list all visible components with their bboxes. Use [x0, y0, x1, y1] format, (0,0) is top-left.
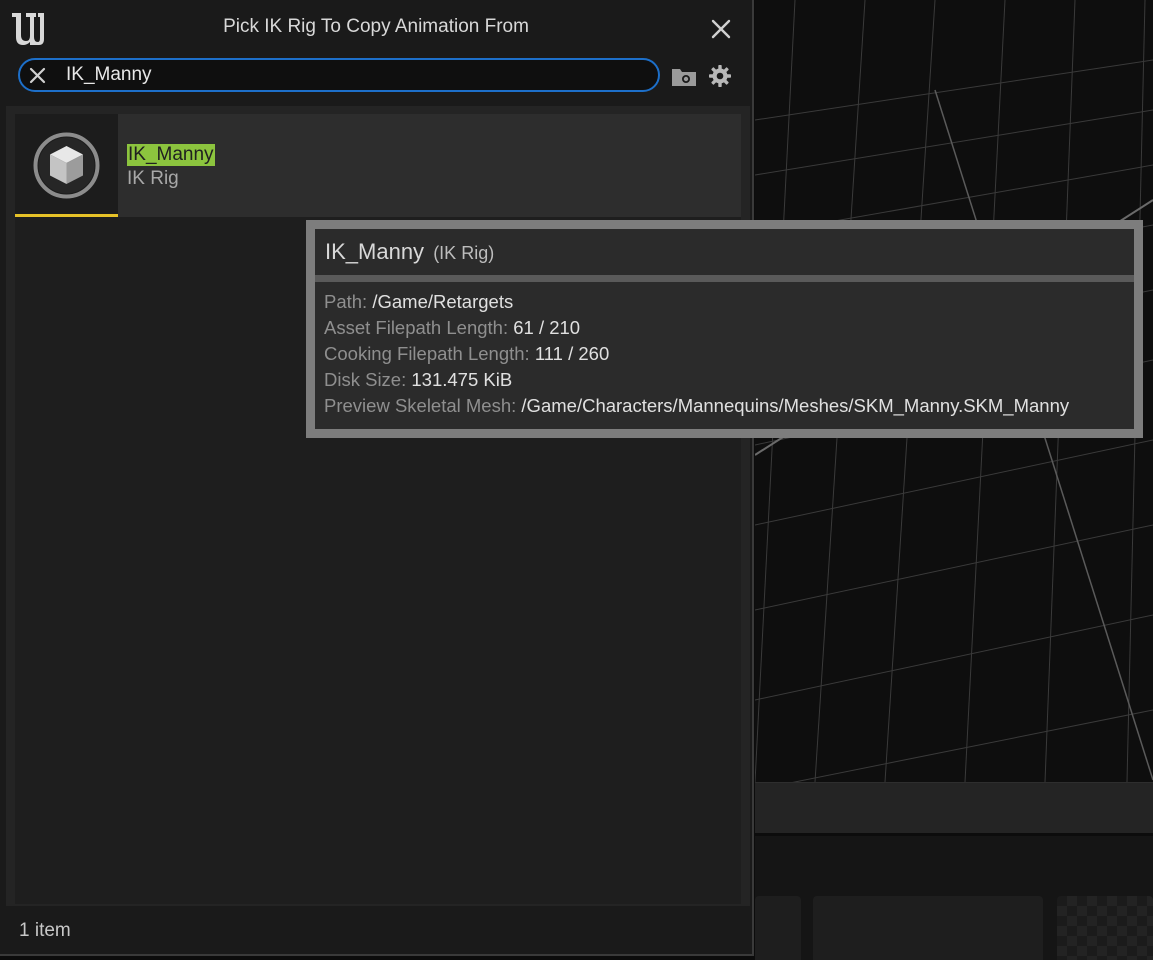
tooltip-row-asset-filepath-length: Asset Filepath Length: 61 / 210 — [324, 315, 1125, 341]
editor-thumbnail[interactable] — [755, 896, 801, 960]
asset-type: IK Rig — [127, 168, 179, 189]
asset-picker-dialog: Pick IK Rig To Copy Animation From IK_Ma… — [0, 0, 754, 956]
asset-name: IK_Manny — [127, 144, 215, 166]
tooltip-row-cooking-filepath-length: Cooking Filepath Length: 111 / 260 — [324, 341, 1125, 367]
tooltip-value: /Game/Characters/Mannequins/Meshes/SKM_M… — [521, 395, 1070, 416]
tooltip-title: IK_Manny (IK Rig) — [325, 239, 494, 265]
search-input[interactable] — [66, 63, 626, 87]
tooltip-value: 111 / 260 — [534, 343, 610, 364]
tooltip-asset-class: (IK Rig) — [433, 243, 495, 263]
tooltip-content: IK_Manny (IK Rig) Path: /Game/Retargets … — [315, 229, 1134, 429]
title-bar[interactable]: Pick IK Rig To Copy Animation From — [0, 0, 752, 56]
dialog-title: Pick IK Rig To Copy Animation From — [223, 16, 529, 37]
tooltip-label: Asset Filepath Length: — [324, 317, 509, 338]
tooltip-label: Disk Size: — [324, 369, 407, 390]
tooltip-label: Cooking Filepath Length: — [324, 343, 530, 364]
cube-icon — [33, 132, 100, 199]
clear-search-icon[interactable] — [29, 67, 46, 84]
editor-thumbnail[interactable] — [813, 896, 1043, 960]
asset-tile[interactable]: IK_Manny IK Rig — [15, 114, 741, 217]
close-icon[interactable] — [709, 17, 733, 41]
tooltip-label: Preview Skeletal Mesh: — [324, 395, 517, 416]
asset-thumbnail — [15, 114, 118, 214]
editor-thumbnail[interactable] — [1057, 896, 1153, 960]
folder-icon[interactable] — [671, 66, 697, 88]
editor-toolbar-strip — [755, 782, 1153, 833]
asset-type-color-bar — [15, 214, 118, 217]
tooltip-value: /Game/Retargets — [372, 291, 514, 312]
tooltip-details: Path: /Game/Retargets Asset Filepath Len… — [315, 282, 1134, 429]
tooltip-row-disk-size: Disk Size: 131.475 KiB — [324, 367, 1125, 393]
tooltip-row-preview-skeletal-mesh: Preview Skeletal Mesh: /Game/Characters/… — [324, 393, 1125, 419]
tooltip-value: 61 / 210 — [513, 317, 581, 338]
tooltip-asset-name: IK_Manny — [325, 239, 425, 264]
item-count: 1 item — [19, 920, 71, 941]
asset-tooltip: IK_Manny (IK Rig) Path: /Game/Retargets … — [306, 220, 1143, 438]
gear-icon[interactable] — [708, 64, 732, 88]
tooltip-value: 131.475 KiB — [411, 369, 513, 390]
tooltip-label: Path: — [324, 291, 368, 312]
search-box[interactable] — [18, 58, 660, 92]
tooltip-row-path: Path: /Game/Retargets — [324, 289, 1125, 315]
tooltip-header: IK_Manny (IK Rig) — [315, 229, 1134, 275]
